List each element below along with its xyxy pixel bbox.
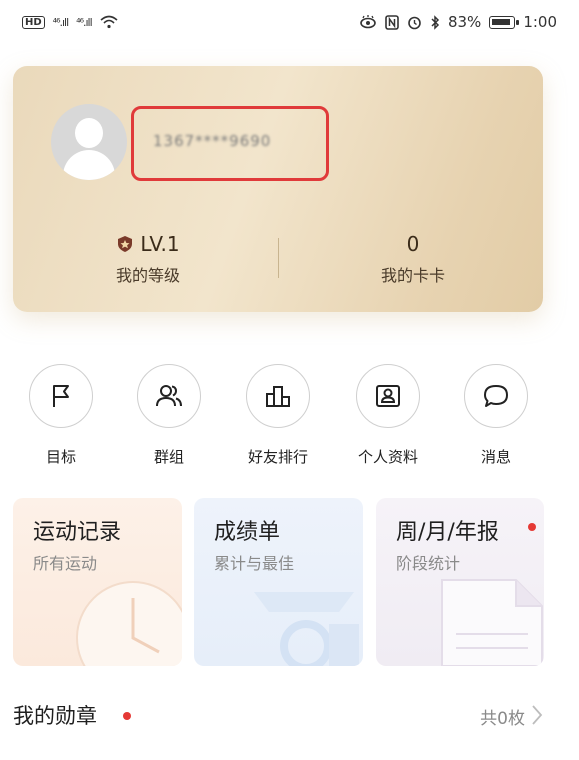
status-bar: HD ⁴⁶.ıll ⁴⁶.ıll 83% 1:00 xyxy=(0,0,579,44)
level-label: 我的等级 xyxy=(115,266,180,285)
alarm-icon xyxy=(408,16,421,29)
account-phone: 1367****9690 xyxy=(153,132,272,150)
tile-subtitle: 所有运动 xyxy=(33,554,98,573)
tile-score-report[interactable]: 成绩单 累计与最佳 xyxy=(194,498,363,666)
tile-period-report[interactable]: 周/月/年报 阶段统计 xyxy=(376,498,544,666)
group-icon xyxy=(156,385,182,407)
battery-icon xyxy=(489,15,520,29)
hd-badge: HD xyxy=(22,15,45,29)
quick-action-circle[interactable] xyxy=(356,364,420,428)
clock-decor-icon xyxy=(76,581,182,666)
bluetooth-icon xyxy=(431,14,440,30)
level-value-row: LV.1 xyxy=(78,232,218,256)
quick-action-ranking[interactable]: 好友排行 xyxy=(233,364,323,467)
cards-value: 0 xyxy=(406,232,420,256)
quick-action-label: 好友排行 xyxy=(247,448,308,466)
quick-action-circle[interactable] xyxy=(29,364,93,428)
level-shield-icon xyxy=(118,236,133,252)
quick-action-goal[interactable]: 目标 xyxy=(16,364,106,467)
level-stat[interactable]: LV.1 我的等级 xyxy=(78,232,218,286)
profile-card[interactable]: 1367****9690 LV.1 我的等级 0 我的卡卡 xyxy=(13,66,543,312)
nfc-icon xyxy=(385,14,399,30)
quick-action-circle[interactable] xyxy=(137,364,201,428)
tile-subtitle: 累计与最佳 xyxy=(214,554,295,573)
medals-count: 共0枚 xyxy=(480,709,525,729)
quick-action-label: 消息 xyxy=(480,448,511,466)
status-left: HD ⁴⁶.ıll ⁴⁶.ıll xyxy=(22,15,118,29)
message-bubble-icon xyxy=(484,385,508,407)
tile-title: 成绩单 xyxy=(214,520,281,545)
tile-title: 周/月/年报 xyxy=(396,520,499,545)
quick-action-label: 个人资料 xyxy=(357,448,418,466)
ranking-icon xyxy=(266,386,290,407)
status-right: 83% 1:00 xyxy=(359,13,557,31)
avatar[interactable] xyxy=(51,104,127,180)
tile-exercise-records[interactable]: 运动记录 所有运动 xyxy=(13,498,182,666)
signal-icon: ⁴⁶.ıll xyxy=(52,15,70,29)
quick-action-circle[interactable] xyxy=(464,364,528,428)
eye-comfort-icon xyxy=(360,15,376,29)
medals-section-header[interactable]: 我的勋章 共0枚 xyxy=(13,700,543,730)
signal-icon: ⁴⁶.ıll xyxy=(76,15,93,29)
chevron-right-icon[interactable] xyxy=(531,704,543,726)
quick-action-circle[interactable] xyxy=(246,364,310,428)
quick-action-group[interactable]: 群组 xyxy=(124,364,214,467)
document-decor-icon xyxy=(441,579,543,666)
profile-card-icon xyxy=(376,385,400,407)
quick-action-label: 群组 xyxy=(153,448,184,466)
trophy-decor-icon xyxy=(254,592,359,666)
quick-action-label: 目标 xyxy=(45,448,76,466)
tile-title: 运动记录 xyxy=(33,520,122,545)
quick-action-profile[interactable]: 个人资料 xyxy=(343,364,433,467)
tile-subtitle: 阶段统计 xyxy=(396,554,461,573)
avatar-body xyxy=(63,150,115,180)
clock-time: 1:00 xyxy=(523,13,557,31)
avatar-head xyxy=(75,118,103,148)
cards-label: 我的卡卡 xyxy=(380,266,445,285)
level-value: LV.1 xyxy=(140,232,180,256)
quick-action-message[interactable]: 消息 xyxy=(451,364,541,467)
battery-percent: 83% xyxy=(447,13,482,31)
medals-title: 我的勋章 xyxy=(13,704,97,728)
tile-notification-dot xyxy=(528,523,536,531)
medals-notification-dot xyxy=(123,712,131,720)
cards-stat[interactable]: 0 我的卡卡 xyxy=(343,232,483,286)
quick-actions: 目标 群组 好友排行 个人资料 消息 xyxy=(0,364,579,474)
wifi-icon xyxy=(100,15,118,29)
flag-icon xyxy=(53,385,69,407)
stat-divider xyxy=(278,238,279,278)
